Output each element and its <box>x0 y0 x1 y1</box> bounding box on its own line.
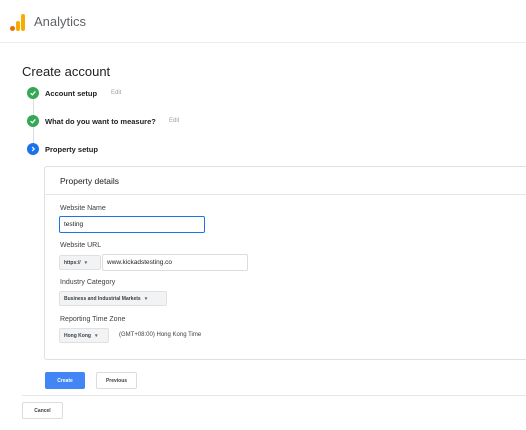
create-button[interactable]: Create <box>45 372 85 389</box>
step-done-check-icon <box>27 87 39 99</box>
chevron-down-icon: ▾ <box>144 295 148 302</box>
website-name-input[interactable]: testing <box>59 216 205 233</box>
bottom-divider <box>22 395 526 396</box>
industry-category-select[interactable]: Business and Industrial Markets ▾ <box>59 291 167 306</box>
industry-category-label: Industry Category <box>60 279 116 286</box>
step-label-account-setup: Account setup <box>45 89 98 98</box>
website-url-label: Website URL <box>60 242 102 249</box>
protocol-select[interactable]: https:// ▾ <box>59 255 101 270</box>
time-zone-country-select[interactable]: Hong Kong ▾ <box>59 328 109 343</box>
chevron-down-icon: ▾ <box>84 259 88 266</box>
industry-category-value: Business and Industrial Markets <box>64 295 141 302</box>
analytics-logo-icon[interactable] <box>10 13 26 31</box>
chevron-down-icon: ▾ <box>94 332 98 339</box>
cancel-button[interactable]: Cancel <box>22 402 63 419</box>
website-url-value: www.kickadstesting.co <box>107 259 173 266</box>
time-zone-country-value: Hong Kong <box>64 332 91 339</box>
property-details-title: Property details <box>60 176 120 186</box>
edit-account-setup-link[interactable]: Edit <box>111 90 121 96</box>
step-label-measure: What do you want to measure? <box>45 117 156 126</box>
website-url-input[interactable]: www.kickadstesting.co <box>102 254 248 271</box>
card-divider <box>45 194 526 195</box>
app-title: Analytics <box>34 14 87 29</box>
step-label-property-setup: Property setup <box>45 145 98 154</box>
website-name-value: testing <box>64 221 84 228</box>
step-active-chevron-icon <box>27 143 39 155</box>
time-zone-value[interactable]: (GMT+08:00) Hong Kong Time <box>119 332 201 338</box>
website-name-label: Website Name <box>60 205 106 212</box>
protocol-value: https:// <box>64 259 81 266</box>
step-done-check-icon <box>27 115 39 127</box>
time-zone-label: Reporting Time Zone <box>60 316 126 323</box>
previous-button[interactable]: Previous <box>96 372 137 389</box>
page-title: Create account <box>22 64 111 79</box>
edit-measure-link[interactable]: Edit <box>169 118 179 124</box>
